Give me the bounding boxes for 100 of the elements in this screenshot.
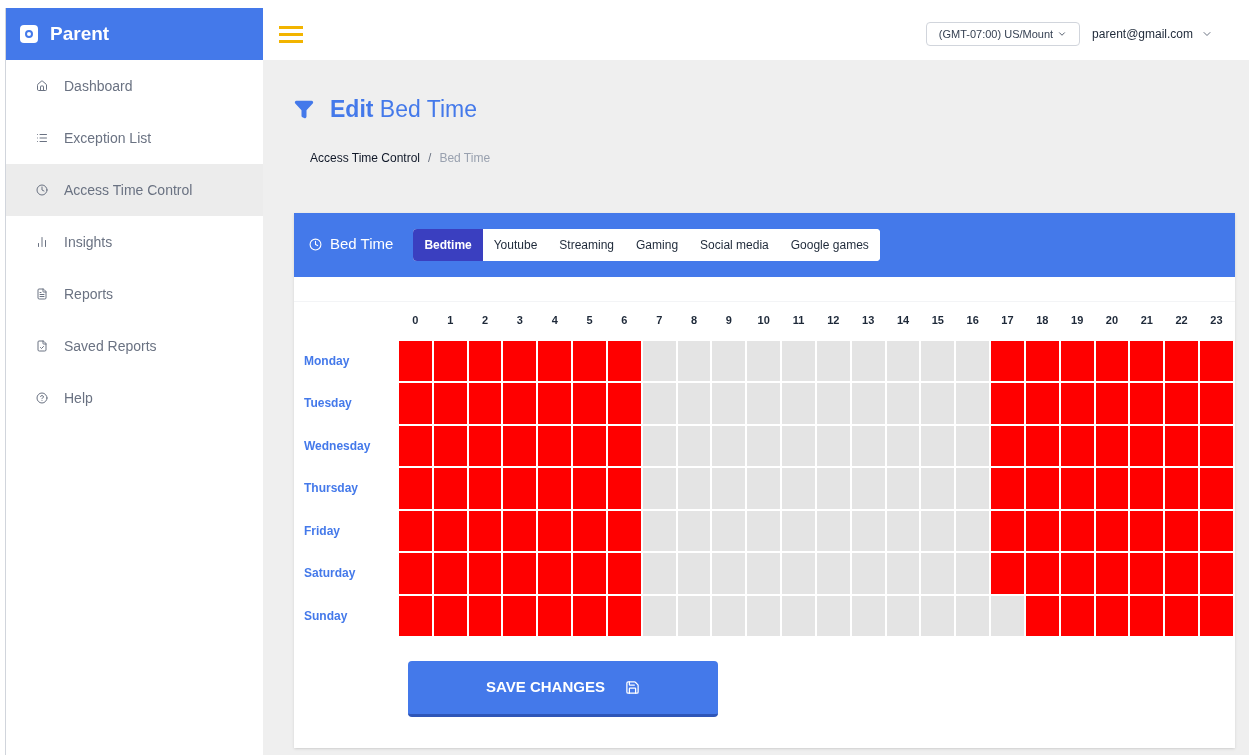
hour-cell[interactable] (676, 552, 712, 595)
hour-cell[interactable] (920, 339, 956, 382)
hour-cell[interactable] (676, 339, 712, 382)
hour-cell[interactable] (537, 509, 573, 552)
hour-cell[interactable] (815, 382, 851, 425)
hour-cell[interactable] (1024, 339, 1060, 382)
hour-cell[interactable] (1129, 424, 1165, 467)
hour-cell[interactable] (815, 339, 851, 382)
hour-cell[interactable] (955, 509, 991, 552)
hour-cell[interactable] (885, 382, 921, 425)
hour-cell[interactable] (1164, 594, 1200, 637)
hour-cell[interactable] (781, 552, 816, 595)
hour-cell[interactable] (432, 382, 468, 425)
hour-cell[interactable] (746, 509, 782, 552)
hour-cell[interactable] (606, 552, 642, 595)
hour-cell[interactable] (467, 339, 503, 382)
hour-cell[interactable] (676, 467, 712, 510)
hour-cell[interactable] (955, 594, 991, 637)
hour-cell[interactable] (1199, 424, 1234, 467)
hour-cell[interactable] (398, 467, 433, 510)
hour-cell[interactable] (1094, 467, 1130, 510)
hour-cell[interactable] (746, 382, 782, 425)
hour-cell[interactable] (1164, 552, 1200, 595)
user-menu[interactable]: parent@gmail.com (1092, 25, 1213, 43)
hour-cell[interactable] (990, 424, 1025, 467)
hour-cell[interactable] (746, 339, 782, 382)
sidebar-item[interactable]: Access Time Control (6, 164, 263, 216)
hour-cell[interactable] (1199, 552, 1234, 595)
hour-cell[interactable] (641, 339, 677, 382)
hour-cell[interactable] (398, 339, 433, 382)
hour-cell[interactable] (398, 594, 433, 637)
hour-cell[interactable] (711, 467, 747, 510)
hour-cell[interactable] (711, 594, 747, 637)
hour-cell[interactable] (781, 594, 816, 637)
hour-cell[interactable] (920, 594, 956, 637)
hour-cell[interactable] (990, 594, 1025, 637)
save-button[interactable]: SAVE CHANGES (408, 661, 718, 717)
hour-cell[interactable] (1024, 382, 1060, 425)
hour-cell[interactable] (502, 339, 538, 382)
hour-cell[interactable] (955, 424, 991, 467)
hour-cell[interactable] (432, 552, 468, 595)
hour-cell[interactable] (990, 382, 1025, 425)
hour-cell[interactable] (502, 382, 538, 425)
hour-cell[interactable] (815, 467, 851, 510)
hour-cell[interactable] (781, 509, 816, 552)
hour-cell[interactable] (1059, 552, 1095, 595)
hour-cell[interactable] (1199, 509, 1234, 552)
hour-cell[interactable] (1024, 467, 1060, 510)
hour-cell[interactable] (572, 552, 607, 595)
hour-cell[interactable] (1059, 467, 1095, 510)
hour-cell[interactable] (990, 509, 1025, 552)
hour-cell[interactable] (711, 339, 747, 382)
hour-cell[interactable] (1129, 382, 1165, 425)
hour-cell[interactable] (641, 382, 677, 425)
hour-cell[interactable] (781, 467, 816, 510)
hour-cell[interactable] (502, 467, 538, 510)
timezone-select[interactable]: (GMT-07:00) US/Mount (925, 21, 1081, 47)
hour-cell[interactable] (955, 467, 991, 510)
hour-cell[interactable] (572, 509, 607, 552)
hour-cell[interactable] (1129, 509, 1165, 552)
hour-cell[interactable] (746, 594, 782, 637)
hour-cell[interactable] (641, 552, 677, 595)
hour-cell[interactable] (990, 467, 1025, 510)
hour-cell[interactable] (537, 424, 573, 467)
hour-cell[interactable] (398, 382, 433, 425)
hour-cell[interactable] (1164, 382, 1200, 425)
hour-cell[interactable] (885, 467, 921, 510)
hour-cell[interactable] (606, 467, 642, 510)
hour-cell[interactable] (885, 339, 921, 382)
hour-cell[interactable] (502, 424, 538, 467)
hour-cell[interactable] (1129, 339, 1165, 382)
hour-cell[interactable] (746, 552, 782, 595)
hour-cell[interactable] (920, 382, 956, 425)
hour-cell[interactable] (1059, 339, 1095, 382)
hour-cell[interactable] (537, 467, 573, 510)
hour-cell[interactable] (432, 339, 468, 382)
hour-cell[interactable] (885, 552, 921, 595)
hour-cell[interactable] (467, 382, 503, 425)
hour-cell[interactable] (955, 552, 991, 595)
hour-cell[interactable] (1094, 552, 1130, 595)
hour-cell[interactable] (920, 424, 956, 467)
hour-cell[interactable] (467, 467, 503, 510)
hour-cell[interactable] (1024, 552, 1060, 595)
hour-cell[interactable] (606, 382, 642, 425)
hour-cell[interactable] (432, 467, 468, 510)
hour-cell[interactable] (920, 552, 956, 595)
hour-cell[interactable] (920, 509, 956, 552)
hour-cell[interactable] (676, 382, 712, 425)
hour-cell[interactable] (1199, 382, 1234, 425)
hour-cell[interactable] (1164, 509, 1200, 552)
hour-cell[interactable] (467, 552, 503, 595)
hour-cell[interactable] (990, 552, 1025, 595)
hour-cell[interactable] (815, 552, 851, 595)
category-tab[interactable]: Bedtime (413, 228, 483, 261)
hour-cell[interactable] (1094, 382, 1130, 425)
hour-cell[interactable] (537, 594, 573, 637)
breadcrumb-link[interactable]: Access Time Control (310, 148, 421, 167)
hour-cell[interactable] (990, 339, 1025, 382)
hour-cell[interactable] (955, 339, 991, 382)
hour-cell[interactable] (711, 509, 747, 552)
